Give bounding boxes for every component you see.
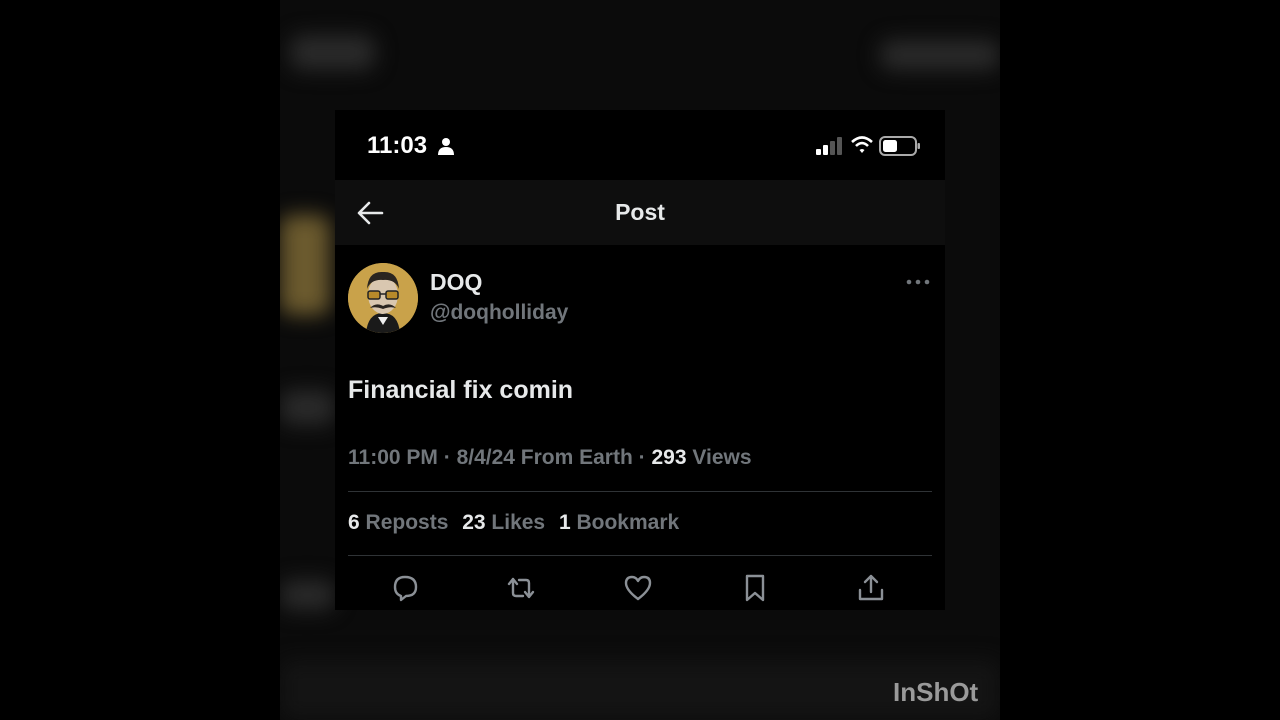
navigation-bar: Post [335, 180, 945, 245]
divider [348, 555, 932, 556]
status-clock: 11:03 [367, 132, 428, 159]
bookmarks-stat[interactable]: 1 Bookmark [559, 511, 679, 534]
meta-separator: · [632, 446, 652, 469]
post-time: 11:00 PM [348, 446, 438, 469]
blurred-shape [280, 660, 1000, 720]
likes-label: Likes [485, 511, 546, 534]
display-name[interactable]: DOQ [430, 269, 482, 296]
engagement-stats: 6 Reposts 23 Likes 1 Bookmark [348, 511, 687, 535]
likes-count: 23 [462, 511, 486, 534]
views-count: 293 [651, 446, 687, 469]
divider [348, 491, 932, 492]
post-metadata: 11:00 PM · 8/4/24 From Earth · 293 Views [348, 446, 752, 470]
reposts-label: Reposts [359, 511, 449, 534]
blurred-shape [280, 390, 335, 425]
share-icon[interactable] [855, 572, 887, 604]
likes-stat[interactable]: 23 Likes [462, 511, 545, 534]
app-watermark: InShOt [893, 677, 979, 707]
cellular-signal-icon [816, 137, 842, 155]
post-date: 8/4/24 [456, 446, 515, 469]
blurred-shape [880, 40, 1000, 70]
meta-separator: · [437, 446, 457, 469]
bookmarks-label: Bookmark [570, 511, 680, 534]
phone-screenshot: 11:03 Post DOQ @doqholliday Financial fi… [335, 110, 945, 610]
blurred-shape [280, 215, 330, 315]
reply-icon[interactable] [389, 572, 421, 604]
like-icon[interactable] [622, 572, 654, 604]
avatar[interactable] [348, 263, 418, 333]
battery-icon [879, 136, 920, 156]
page-title: Post [615, 199, 665, 225]
blurred-shape [290, 35, 375, 70]
post-text: Financial fix comin [348, 376, 574, 404]
avatar-image [348, 263, 418, 333]
reposts-stat[interactable]: 6 Reposts [348, 511, 448, 534]
user-handle[interactable]: @doqholliday [430, 301, 568, 325]
reposts-count: 6 [348, 511, 360, 534]
ellipsis-icon[interactable] [905, 274, 931, 290]
bookmarks-count: 1 [558, 511, 571, 534]
person-icon [438, 138, 454, 155]
status-bar: 11:03 [335, 110, 945, 180]
blurred-shape [280, 580, 335, 610]
wifi-icon [851, 136, 873, 153]
bookmark-icon[interactable] [739, 572, 771, 604]
post-location: From Earth [514, 446, 633, 469]
repost-icon[interactable] [505, 572, 537, 604]
views-label: Views [686, 446, 752, 469]
